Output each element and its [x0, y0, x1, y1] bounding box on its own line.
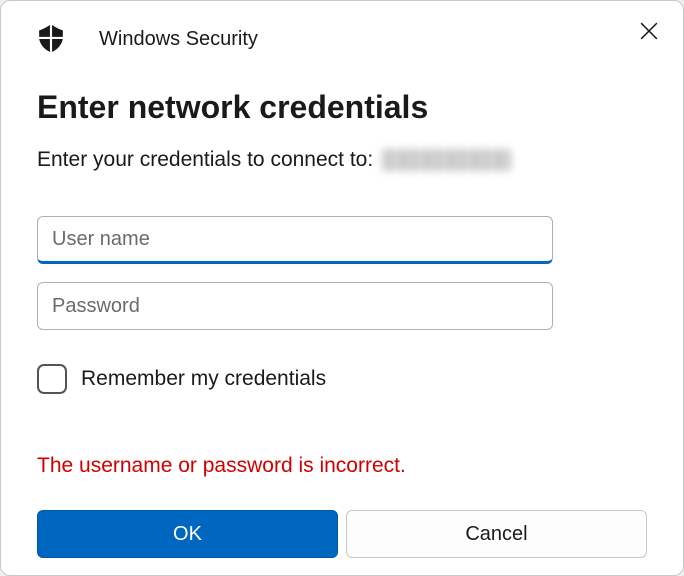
remember-row: Remember my credentials [37, 364, 647, 394]
connect-target-redacted [381, 149, 511, 171]
password-input[interactable] [37, 282, 553, 330]
titlebar: Windows Security [37, 1, 647, 61]
dialog-buttons: OK Cancel [37, 510, 647, 558]
windows-security-dialog: Windows Security Enter network credentia… [0, 0, 684, 576]
connect-prompt: Enter your credentials to connect to: [37, 148, 647, 172]
ok-button[interactable]: OK [37, 510, 338, 558]
shield-icon [37, 25, 65, 53]
connect-prompt-text: Enter your credentials to connect to: [37, 148, 373, 172]
username-input[interactable] [37, 216, 553, 264]
dialog-heading: Enter network credentials [37, 89, 647, 126]
cancel-button[interactable]: Cancel [346, 510, 647, 558]
error-message: The username or password is incorrect. [37, 454, 647, 478]
remember-label: Remember my credentials [81, 367, 326, 391]
app-title: Windows Security [99, 28, 258, 51]
close-icon [640, 22, 658, 40]
credential-fields [37, 216, 647, 330]
close-button[interactable] [635, 17, 663, 45]
remember-checkbox[interactable] [37, 364, 67, 394]
